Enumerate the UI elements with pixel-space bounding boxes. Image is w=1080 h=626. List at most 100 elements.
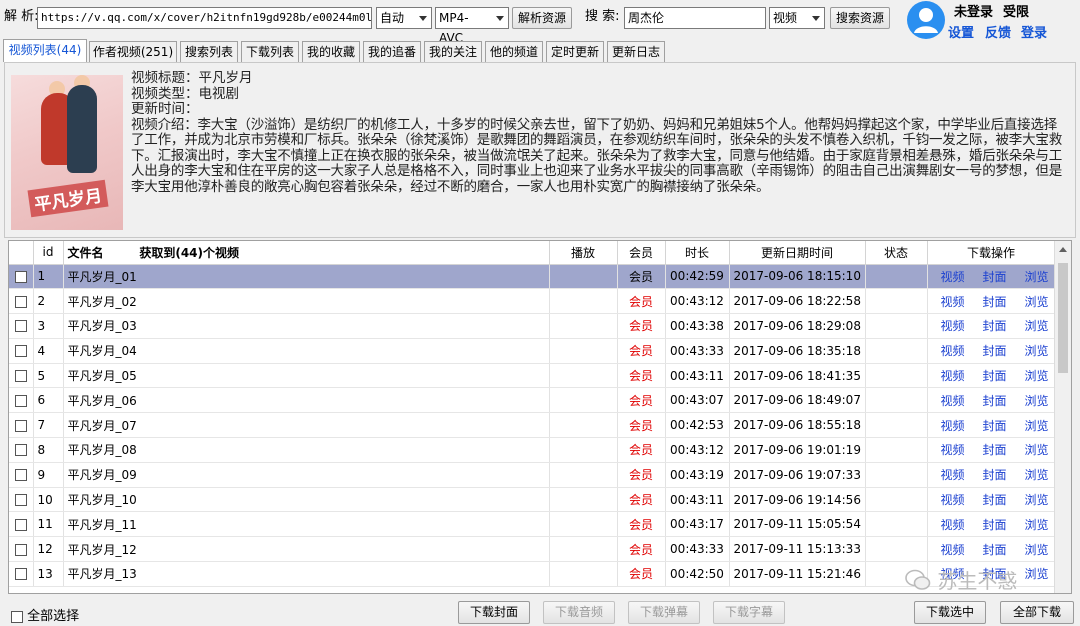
cover-download-link[interactable]: 封面 (983, 295, 1007, 309)
header-id[interactable]: id (33, 241, 64, 265)
video-download-link[interactable]: 视频 (941, 319, 965, 333)
row-checkbox-cell[interactable] (9, 412, 34, 439)
row-checkbox[interactable] (14, 394, 27, 407)
header-play[interactable]: 播放 (549, 241, 618, 265)
row-checkbox-cell[interactable] (9, 487, 34, 513)
row-play[interactable] (549, 462, 618, 488)
download-subtitles-button[interactable]: 下载字幕 (713, 601, 785, 624)
cover-download-link[interactable]: 封面 (983, 394, 1007, 408)
row-play[interactable] (549, 264, 618, 290)
tab-my-favorites[interactable]: 我的收藏 (302, 41, 360, 62)
row-checkbox[interactable] (14, 518, 27, 531)
login-link[interactable]: 登录 (1021, 22, 1047, 41)
avatar[interactable] (907, 1, 945, 39)
video-download-link[interactable]: 视频 (941, 543, 965, 557)
video-download-link[interactable]: 视频 (941, 369, 965, 383)
header-member[interactable]: 会员 (617, 241, 666, 265)
video-download-link[interactable]: 视频 (941, 344, 965, 358)
cover-download-link[interactable]: 封面 (983, 518, 1007, 532)
browse-link[interactable]: 浏览 (1025, 319, 1049, 333)
tab-my-following-shows[interactable]: 我的追番 (363, 41, 421, 62)
settings-link[interactable]: 设置 (948, 22, 974, 41)
browse-link[interactable]: 浏览 (1025, 344, 1049, 358)
row-play[interactable] (549, 511, 618, 538)
row-play[interactable] (549, 437, 618, 463)
tab-his-channel[interactable]: 他的频道 (485, 41, 543, 62)
header-filename[interactable]: 文件名 获取到(44)个视频 (63, 241, 550, 265)
table-row[interactable]: 6 平凡岁月_06 会员 00:43:07 2017-09-06 18:49:07 视频 封… (9, 387, 1056, 414)
row-play[interactable] (549, 363, 618, 389)
cover-download-link[interactable]: 封面 (983, 319, 1007, 333)
row-checkbox[interactable] (14, 543, 27, 556)
browse-link[interactable]: 浏览 (1025, 270, 1049, 284)
row-play[interactable] (549, 536, 618, 563)
browse-link[interactable]: 浏览 (1025, 295, 1049, 309)
table-row[interactable]: 10 平凡岁月_10 会员 00:43:11 2017-09-06 19:14:56 视频… (9, 487, 1056, 513)
tab-download-list[interactable]: 下载列表 (241, 41, 299, 62)
search-button[interactable]: 搜索资源 (830, 7, 890, 29)
header-updated[interactable]: 更新日期时间 (729, 241, 866, 265)
feedback-link[interactable]: 反馈 (985, 22, 1011, 41)
scroll-up-icon[interactable] (1059, 247, 1067, 252)
search-type-select[interactable]: 视频 (769, 7, 825, 29)
quality-select[interactable]: 自动 (376, 7, 432, 29)
video-download-link[interactable]: 视频 (941, 443, 965, 457)
table-row[interactable]: 5 平凡岁月_05 会员 00:43:11 2017-09-06 18:41:35 视频 封… (9, 363, 1056, 389)
row-checkbox-cell[interactable] (9, 511, 34, 538)
download-audio-button[interactable]: 下载音频 (543, 601, 615, 624)
row-play[interactable] (549, 412, 618, 439)
row-checkbox-cell[interactable] (9, 437, 34, 463)
scrollbar-thumb[interactable] (1058, 263, 1068, 373)
download-all-button[interactable]: 全部下载 (1000, 601, 1074, 624)
browse-link[interactable]: 浏览 (1025, 518, 1049, 532)
format-select[interactable]: MP4-AVC (435, 7, 509, 45)
video-download-link[interactable]: 视频 (941, 295, 965, 309)
browse-link[interactable]: 浏览 (1025, 567, 1049, 581)
select-all-checkbox[interactable] (11, 610, 23, 623)
parse-button[interactable]: 解析资源 (512, 7, 572, 29)
row-checkbox[interactable] (14, 494, 27, 507)
row-checkbox[interactable] (14, 270, 27, 283)
download-selected-button[interactable]: 下载选中 (914, 601, 986, 624)
browse-link[interactable]: 浏览 (1025, 369, 1049, 383)
table-row[interactable]: 3 平凡岁月_03 会员 00:43:38 2017-09-06 18:29:08 视频 封… (9, 313, 1056, 339)
cover-download-link[interactable]: 封面 (983, 443, 1007, 457)
table-row[interactable]: 9 平凡岁月_09 会员 00:43:19 2017-09-06 19:07:33 视频 封… (9, 462, 1056, 488)
cover-download-link[interactable]: 封面 (983, 369, 1007, 383)
table-row[interactable]: 7 平凡岁月_07 会员 00:42:53 2017-09-06 18:55:18 视频 封… (9, 412, 1056, 439)
row-checkbox-cell[interactable] (9, 264, 34, 290)
row-checkbox-cell[interactable] (9, 462, 34, 488)
cover-download-link[interactable]: 封面 (983, 419, 1007, 433)
row-checkbox-cell[interactable] (9, 288, 34, 315)
row-checkbox-cell[interactable] (9, 536, 34, 563)
row-play[interactable] (549, 288, 618, 315)
row-checkbox[interactable] (14, 469, 27, 482)
video-download-link[interactable]: 视频 (941, 468, 965, 482)
cover-download-link[interactable]: 封面 (983, 493, 1007, 507)
row-checkbox[interactable] (14, 295, 27, 308)
row-checkbox[interactable] (14, 568, 27, 581)
row-play[interactable] (549, 487, 618, 513)
vertical-scrollbar[interactable] (1054, 241, 1071, 593)
browse-link[interactable]: 浏览 (1025, 443, 1049, 457)
download-cover-button[interactable]: 下载封面 (458, 601, 530, 624)
select-all-control[interactable]: 全部选择 (11, 605, 79, 624)
header-duration[interactable]: 时长 (665, 241, 730, 265)
tab-search-list[interactable]: 搜索列表 (180, 41, 238, 62)
row-checkbox[interactable] (14, 444, 27, 457)
video-download-link[interactable]: 视频 (941, 419, 965, 433)
row-checkbox-cell[interactable] (9, 313, 34, 339)
table-row[interactable]: 12 平凡岁月_12 会员 00:43:33 2017-09-11 15:13:33 视频… (9, 536, 1056, 563)
video-download-link[interactable]: 视频 (941, 518, 965, 532)
tab-scheduled-update[interactable]: 定时更新 (546, 41, 604, 62)
row-play[interactable] (549, 387, 618, 414)
tab-video-list[interactable]: 视频列表(44) (3, 39, 87, 62)
table-row[interactable]: 11 平凡岁月_11 会员 00:43:17 2017-09-11 15:05:54 视频… (9, 511, 1056, 538)
video-download-link[interactable]: 视频 (941, 493, 965, 507)
browse-link[interactable]: 浏览 (1025, 394, 1049, 408)
row-checkbox[interactable] (14, 320, 27, 333)
row-checkbox[interactable] (14, 370, 27, 383)
table-row[interactable]: 1 平凡岁月_01 会员 00:42:59 2017-09-06 18:15:10 视频 封… (9, 264, 1056, 290)
table-row[interactable]: 4 平凡岁月_04 会员 00:43:33 2017-09-06 18:35:18 视频 封… (9, 338, 1056, 364)
row-play[interactable] (549, 561, 618, 587)
